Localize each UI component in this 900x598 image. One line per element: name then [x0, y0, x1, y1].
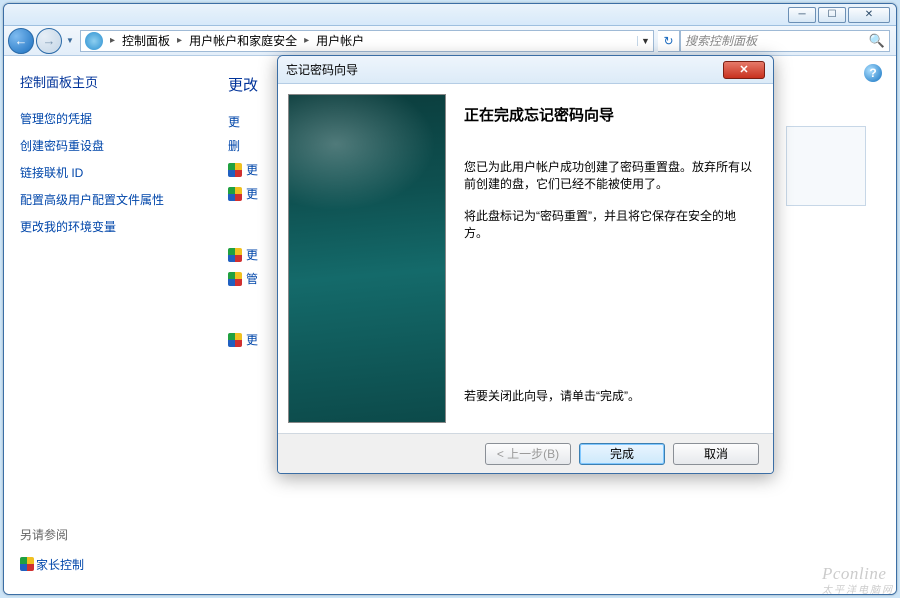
wizard-title-text: 忘记密码向导	[286, 61, 358, 78]
close-button[interactable]: ✕	[848, 7, 890, 23]
sidebar-link-online-id[interactable]: 链接联机 ID	[20, 164, 188, 181]
search-input[interactable]: 搜索控制面板 🔍	[680, 30, 890, 52]
wizard-content: 正在完成忘记密码向导 您已为此用户帐户成功创建了密码重置盘。放弃所有以前创建的盘…	[446, 94, 763, 423]
nav-back-button[interactable]: ←	[8, 28, 34, 54]
sidebar-link-env-vars[interactable]: 更改我的环境变量	[20, 218, 188, 235]
minimize-button[interactable]: ─	[788, 7, 816, 23]
sidebar-link-parental[interactable]: 家长控制	[20, 556, 188, 573]
sidebar: 控制面板主页 管理您的凭据 创建密码重设盘 链接联机 ID 配置高级用户配置文件…	[4, 56, 204, 594]
help-icon[interactable]: ?	[864, 64, 882, 82]
wizard-paragraph: 您已为此用户帐户成功创建了密码重置盘。放弃所有以前创建的盘，它们已经不能被使用了…	[464, 159, 753, 194]
search-placeholder: 搜索控制面板	[685, 32, 757, 49]
location-icon	[85, 32, 103, 50]
wizard-titlebar: 忘记密码向导 ✕	[278, 56, 773, 84]
user-picture-tile[interactable]	[786, 126, 866, 206]
breadcrumb-arrow: ▸	[107, 35, 118, 46]
breadcrumb-arrow: ▸	[174, 35, 185, 46]
nav-forward-button[interactable]: →	[36, 28, 62, 54]
breadcrumb-arrow: ▸	[301, 35, 312, 46]
wizard-back-button: < 上一步(B)	[485, 443, 571, 465]
sidebar-link-profiles[interactable]: 配置高级用户配置文件属性	[20, 191, 188, 208]
window-titlebar: ─ ☐ ✕	[4, 4, 896, 26]
breadcrumb-bar[interactable]: ▸ 控制面板 ▸ 用户帐户和家庭安全 ▸ 用户帐户 ▼	[80, 30, 654, 52]
nav-history-dropdown[interactable]: ▼	[64, 28, 76, 54]
breadcrumb-dropdown[interactable]: ▼	[637, 36, 653, 46]
sidebar-link-credentials[interactable]: 管理您的凭据	[20, 110, 188, 127]
sidebar-see-also: 另请参阅	[20, 526, 188, 543]
breadcrumb-segment[interactable]: 用户帐户和家庭安全	[185, 32, 301, 49]
wizard-banner-image	[288, 94, 446, 423]
refresh-button[interactable]: ↻	[658, 30, 680, 52]
sidebar-link-password-reset[interactable]: 创建密码重设盘	[20, 137, 188, 154]
wizard-finish-button[interactable]: 完成	[579, 443, 665, 465]
breadcrumb-segment[interactable]: 用户帐户	[312, 32, 368, 49]
maximize-button[interactable]: ☐	[818, 7, 846, 23]
sidebar-title[interactable]: 控制面板主页	[20, 72, 188, 91]
search-icon[interactable]: 🔍	[869, 33, 885, 49]
wizard-cancel-button[interactable]: 取消	[673, 443, 759, 465]
wizard-dialog: 忘记密码向导 ✕ 正在完成忘记密码向导 您已为此用户帐户成功创建了密码重置盘。放…	[277, 55, 774, 474]
wizard-paragraph: 将此盘标记为“密码重置”，并且将它保存在安全的地方。	[464, 208, 753, 243]
wizard-footer: < 上一步(B) 完成 取消	[278, 433, 773, 473]
wizard-body: 正在完成忘记密码向导 您已为此用户帐户成功创建了密码重置盘。放弃所有以前创建的盘…	[278, 84, 773, 433]
wizard-close-button[interactable]: ✕	[723, 61, 765, 79]
breadcrumb-segment[interactable]: 控制面板	[118, 32, 174, 49]
wizard-heading: 正在完成忘记密码向导	[464, 104, 753, 125]
wizard-paragraph: 若要关闭此向导，请单击“完成”。	[464, 388, 753, 405]
navigation-bar: ← → ▼ ▸ 控制面板 ▸ 用户帐户和家庭安全 ▸ 用户帐户 ▼ ↻ 搜索控制…	[4, 26, 896, 56]
